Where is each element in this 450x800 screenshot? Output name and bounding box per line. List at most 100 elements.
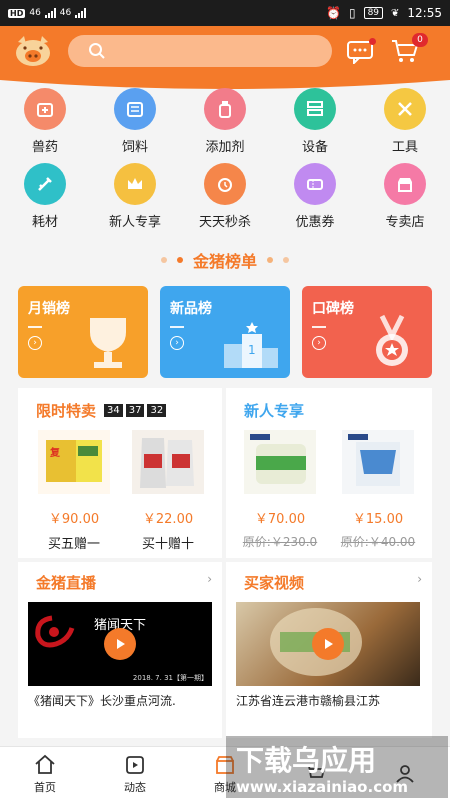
alarm-icon: ⏰ — [326, 6, 341, 20]
leaf-icon: ❦ — [391, 7, 400, 19]
play-icon — [117, 639, 125, 649]
category-label: 工具 — [391, 140, 418, 155]
decor-dot — [176, 257, 183, 263]
newcomer-title: 新人专享 — [244, 402, 305, 420]
category-item[interactable]: 饲料 — [90, 86, 180, 161]
decor-dot — [160, 257, 167, 263]
network-type: 46 — [29, 8, 41, 18]
chevron-right-icon[interactable]: › — [207, 572, 212, 586]
arrow-circle-icon: › — [170, 336, 184, 350]
network-type-2: 46 — [59, 8, 72, 18]
category-item[interactable]: 专卖店 — [360, 161, 450, 236]
divider — [312, 326, 326, 328]
category-item[interactable]: 设备 — [270, 86, 360, 161]
buyer-video-panel[interactable]: 买家视频 › 江苏省连云港市赣榆县江苏 — [226, 562, 432, 738]
buyer-video-thumbnail[interactable] — [236, 602, 420, 686]
nav-label: 动态 — [124, 780, 146, 794]
category-label: 专卖店 — [385, 215, 425, 230]
category-grid: 兽药 饲料 添加剂 设备 工具 耗材 新人专享 天天秒杀 优惠券 专卖店 — [0, 86, 450, 236]
video-caption: 江苏省连云港市赣榆县江苏 — [236, 694, 381, 708]
watermark-title: 下载乌应用 — [236, 744, 376, 777]
live-video-thumbnail[interactable]: 猪闻天下 2018. 7. 31【第一期】 — [28, 602, 212, 686]
flash-sale-title: 限时特卖 — [36, 402, 97, 420]
flash-sale-panel[interactable]: 限时特卖 34 37 32 复 ￥90.00 买五赠一 ￥22.00 买十赠十 — [18, 388, 222, 558]
product-image — [244, 430, 316, 494]
category-item[interactable]: 兽药 — [0, 86, 90, 161]
product-card[interactable]: ￥22.00 买十赠十 — [124, 430, 212, 552]
rank-card[interactable]: 月销榜 › — [18, 286, 148, 378]
product-price: ￥70.00 — [254, 512, 306, 527]
category-item[interactable]: 工具 — [360, 86, 450, 161]
svg-text:1: 1 — [248, 343, 256, 357]
tools-icon — [384, 88, 426, 130]
timer-seconds: 32 — [147, 404, 167, 417]
syringe-icon — [24, 163, 66, 205]
play-button[interactable] — [104, 628, 136, 660]
crown-icon — [114, 163, 156, 205]
category-item[interactable]: 添加剂 — [180, 86, 270, 161]
cart-button[interactable]: 0 — [390, 33, 428, 65]
rank-card[interactable]: 新品榜 › 1 — [160, 286, 290, 378]
play-button[interactable] — [312, 628, 344, 660]
decor-dot — [267, 257, 273, 263]
arrow-circle-icon: › — [28, 336, 42, 350]
decor-dot — [283, 257, 289, 263]
original-price: 原价:￥230.0 — [242, 535, 318, 549]
live-panel[interactable]: 金猪直播 › 猪闻天下 2018. 7. 31【第一期】 《猪闻天下》长沙重点河… — [18, 562, 222, 738]
category-item[interactable]: 耗材 — [0, 161, 90, 236]
product-card[interactable]: ￥70.00 原价:￥230.0 — [234, 430, 326, 550]
status-bar: HD 46 46 ⏰ ▯ 89 ❦ 12:55 — [0, 0, 450, 26]
search-bar[interactable] — [68, 35, 332, 67]
rank-card[interactable]: 口碑榜 › — [302, 286, 432, 378]
svg-text:复: 复 — [49, 446, 61, 459]
nav-label: 首页 — [34, 780, 56, 794]
nav-item[interactable]: 首页 — [0, 747, 90, 800]
clock: 12:55 — [407, 6, 442, 20]
unread-dot — [369, 38, 376, 45]
timer-hours: 34 — [104, 404, 123, 417]
newcomer-panel[interactable]: 新人专享 ￥70.00 原价:￥230.0 ￥15.00 原价:￥40.00 — [226, 388, 432, 558]
category-label: 饲料 — [121, 140, 148, 155]
medicine-box-icon — [24, 88, 66, 130]
chevron-right-icon[interactable]: › — [417, 572, 422, 586]
category-item[interactable]: 优惠券 — [270, 161, 360, 236]
ranking-title: 金猪榜单 — [192, 252, 257, 271]
nav-item[interactable]: 动态 — [90, 747, 180, 800]
pig-logo-icon[interactable] — [12, 34, 54, 68]
category-item[interactable]: 新人专享 — [90, 161, 180, 236]
medal-icon — [376, 314, 408, 366]
category-label: 添加剂 — [205, 140, 245, 155]
category-label: 新人专享 — [108, 215, 161, 230]
category-label: 天天秒杀 — [198, 215, 251, 230]
message-button[interactable] — [346, 38, 376, 66]
product-price: ￥15.00 — [352, 512, 404, 527]
cart-count-badge: 0 — [412, 33, 428, 47]
search-icon — [89, 43, 105, 59]
product-image — [132, 430, 204, 494]
product-card[interactable]: 复 ￥90.00 买五赠一 — [30, 430, 118, 552]
battery-icon: 89 — [363, 7, 384, 19]
category-label: 优惠券 — [295, 215, 335, 230]
play-square-icon — [126, 755, 144, 774]
product-card[interactable]: ￥15.00 原价:￥40.00 — [330, 430, 426, 550]
server-icon — [294, 88, 336, 130]
category-label: 兽药 — [31, 140, 58, 155]
original-price: 原价:￥40.00 — [340, 535, 416, 549]
red-logo-icon — [35, 615, 75, 648]
trophy-icon — [90, 318, 126, 368]
signal-icon — [44, 8, 56, 18]
arrow-circle-icon: › — [312, 336, 326, 350]
top-header: 0 — [0, 26, 450, 76]
divider — [28, 326, 42, 328]
video-date: 2018. 7. 31【第一期】 — [132, 674, 208, 682]
category-item[interactable]: 天天秒杀 — [180, 161, 270, 236]
vibrate-icon: ▯ — [348, 6, 356, 20]
product-price: ￥22.00 — [142, 512, 194, 527]
ranking-header: 金猪榜单 — [0, 248, 450, 272]
category-label: 耗材 — [31, 215, 58, 230]
alarm-icon — [204, 163, 246, 205]
home-icon — [35, 754, 55, 774]
video-caption: 《猪闻天下》长沙重点河流. — [28, 694, 176, 708]
feed-bag-icon — [114, 88, 156, 130]
watermark: 下载乌应用 www.xiazainiao.com — [226, 736, 448, 798]
